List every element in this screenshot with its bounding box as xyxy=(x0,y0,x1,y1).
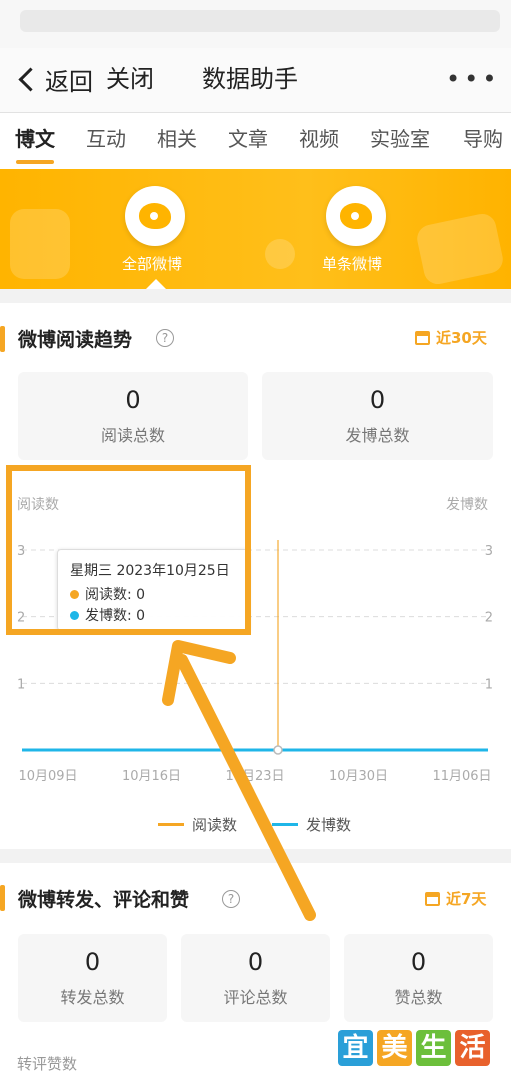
stat-label: 评论总数 xyxy=(223,988,288,1007)
section-marker xyxy=(0,326,5,352)
tab-hudong[interactable]: 互动 xyxy=(86,125,126,153)
watermark-logo: 宜 美 生 活 xyxy=(338,1030,494,1070)
more-menu-button[interactable]: ••• xyxy=(446,62,500,96)
calendar-icon xyxy=(415,330,430,345)
period-label: 近30天 xyxy=(436,329,487,347)
y-right-tick-label: 3 xyxy=(485,544,493,559)
watermark-char: 宜 xyxy=(338,1030,373,1066)
stat-label: 赞总数 xyxy=(394,988,443,1007)
tab-shipin[interactable]: 视频 xyxy=(299,125,339,153)
weibo-single-icon xyxy=(340,203,372,229)
stat-value: 0 xyxy=(369,386,386,414)
tab-bar: 博文 互动 相关 文章 视频 实验室 导购 xyxy=(0,113,511,169)
tab-daogou[interactable]: 导购 xyxy=(463,125,503,153)
back-button[interactable]: 返回 xyxy=(14,62,93,96)
stat-value: 0 xyxy=(247,948,264,976)
y-right-tick-label: 2 xyxy=(485,611,493,626)
section-title: 微博阅读趋势 xyxy=(18,329,133,351)
annotation-arrow xyxy=(162,640,316,921)
section-marker xyxy=(0,885,5,911)
selection-pointer xyxy=(146,279,166,289)
tab-shiyanshi[interactable]: 实验室 xyxy=(370,125,430,153)
question-circle-icon[interactable]: ? xyxy=(156,329,174,347)
stat-comment-total: 0 评论总数 xyxy=(181,934,330,1022)
tab-xiangguan[interactable]: 相关 xyxy=(157,125,197,153)
stat-post-total: 0 发博总数 xyxy=(262,372,493,460)
watermark-char: 美 xyxy=(377,1030,412,1066)
nav-header: 返回 关闭 数据助手 ••• xyxy=(0,48,511,113)
y-left-tick-label: 1 xyxy=(17,677,25,692)
x-tick-label: 11月06日 xyxy=(432,769,491,784)
watermark-char: 活 xyxy=(455,1030,490,1066)
page-title: 数据助手 xyxy=(202,65,298,93)
stat-label: 阅读总数 xyxy=(100,426,165,445)
weibo-all-icon xyxy=(139,203,171,229)
tab-wenzhang[interactable]: 文章 xyxy=(228,125,268,153)
highlight-box xyxy=(6,465,251,635)
chevron-left-icon xyxy=(18,66,43,92)
all-weibo-button[interactable] xyxy=(125,186,185,246)
x-tick-label: 10月30日 xyxy=(329,769,388,784)
period-label: 近7天 xyxy=(446,890,487,908)
single-weibo-button[interactable] xyxy=(326,186,386,246)
active-tab-indicator xyxy=(16,160,54,164)
back-label: 返回 xyxy=(45,67,93,96)
watermark-char: 生 xyxy=(416,1030,451,1066)
all-weibo-label: 全部微博 xyxy=(122,255,183,273)
stat-label: 发博总数 xyxy=(345,426,410,445)
status-bar xyxy=(0,0,511,48)
stat-repost-total: 0 转发总数 xyxy=(18,934,167,1022)
stat-like-total: 0 赞总数 xyxy=(344,934,493,1022)
period-selector[interactable]: 近7天 xyxy=(425,888,486,909)
weibo-type-banner: 全部微博 单条微博 xyxy=(0,169,511,289)
calendar-icon xyxy=(425,891,440,906)
stat-read-total: 0 阅读总数 xyxy=(18,372,248,460)
stat-value: 0 xyxy=(84,948,101,976)
period-selector[interactable]: 近30天 xyxy=(415,327,487,348)
stat-value: 0 xyxy=(125,386,141,414)
stat-value: 0 xyxy=(410,948,427,976)
tab-boweN[interactable]: 博文 xyxy=(15,125,55,153)
single-weibo-label: 单条微博 xyxy=(322,255,383,273)
y-right-tick-label: 1 xyxy=(485,677,493,692)
interaction-chart-title: 转评赞数 xyxy=(17,1055,78,1073)
x-tick-label: 10月09日 xyxy=(18,769,77,784)
close-button[interactable]: 关闭 xyxy=(106,62,154,96)
stat-label: 转发总数 xyxy=(60,988,125,1007)
